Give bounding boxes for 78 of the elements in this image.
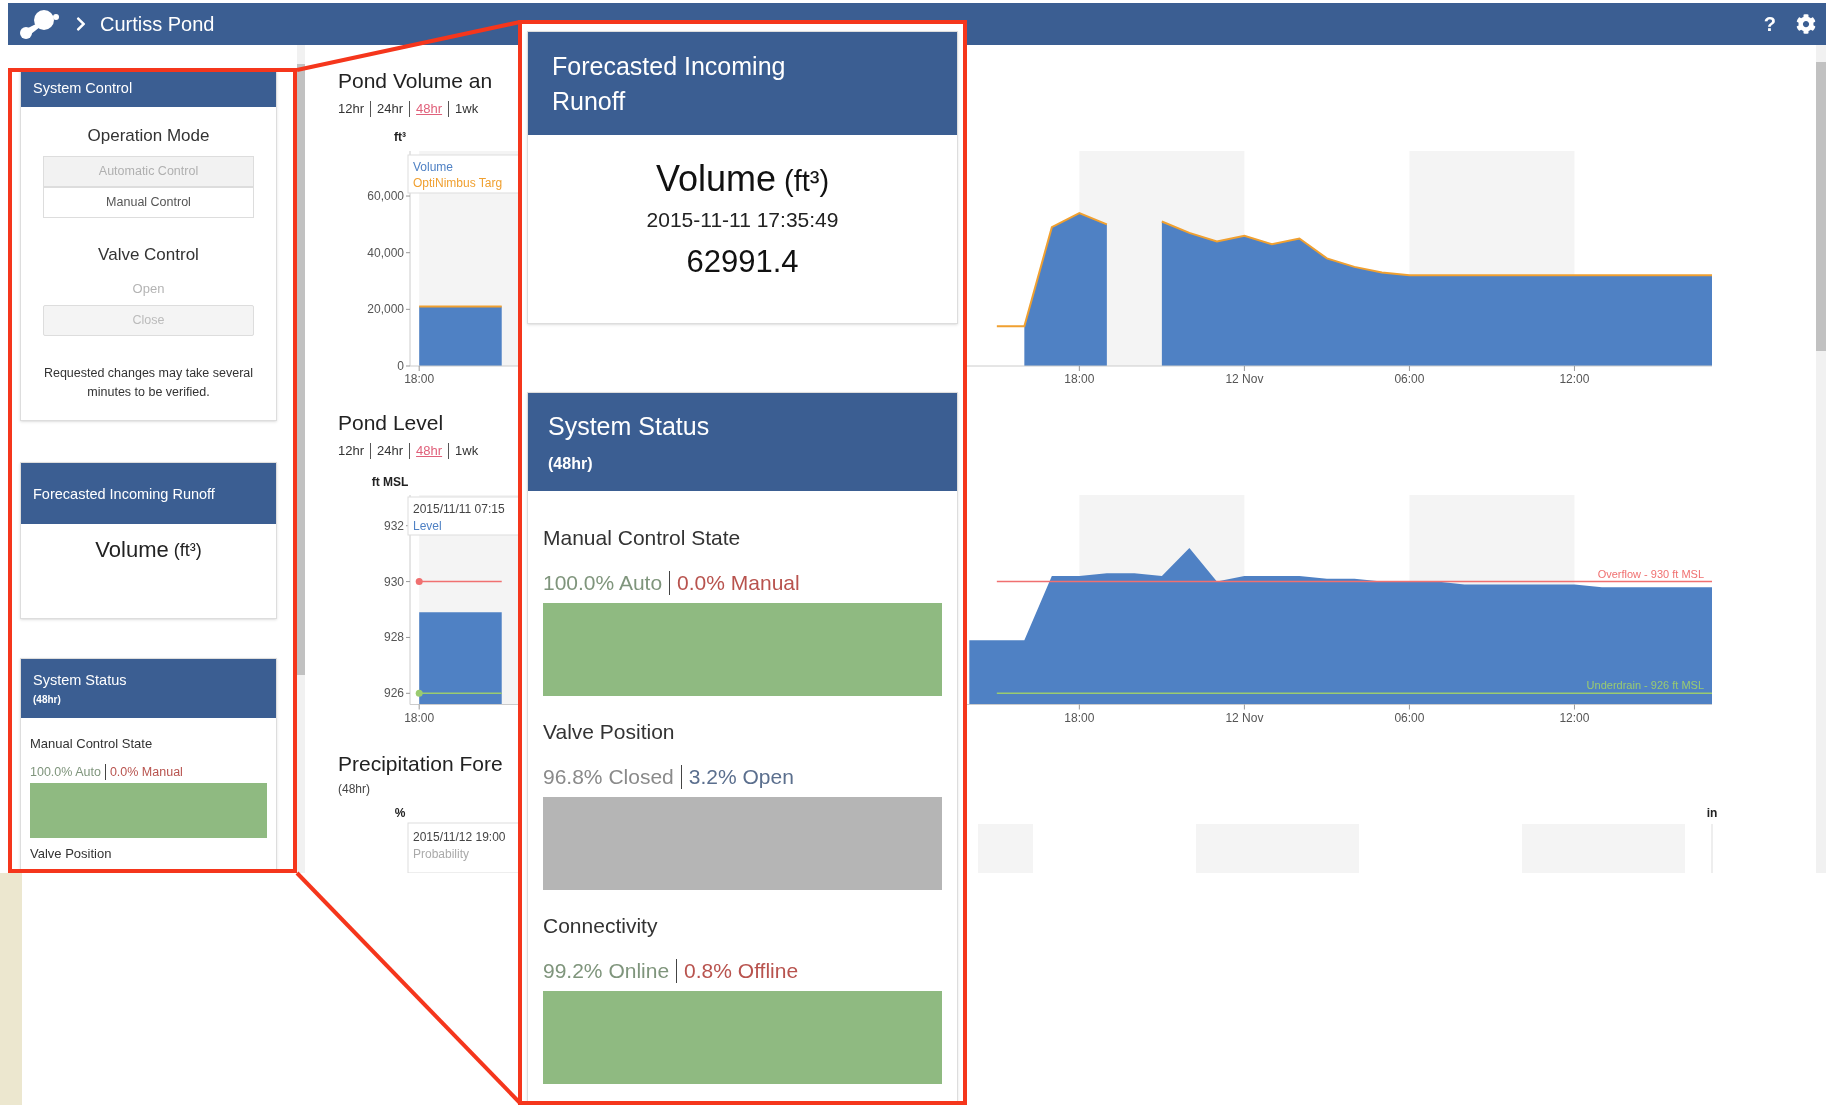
x-tick-label: 06:00 [1394,372,1425,386]
line-label: Overflow - 930 ft MSL [1597,567,1704,580]
chart-title: Pond Volume an [338,68,493,94]
x-tick-label: 12 Nov [1225,372,1264,386]
x-tick-label: 18:00 [404,372,435,386]
x-tick-label: 12:00 [1559,372,1590,386]
axis-unit: % [394,806,406,820]
volume-value: 62991.4 [686,244,799,280]
axis-unit: ft³ [394,130,406,144]
range-link[interactable]: 24hr [377,101,404,117]
y-tick-label: 926 [383,686,404,701]
y-tick-label: 20,000 [367,302,404,317]
y-tick-label: 932 [383,518,404,533]
y-tick-label: 930 [383,574,404,589]
y-tick-label: 60,000 [367,189,404,204]
legend-label: OptiNimbus Targ [413,176,503,190]
status-value: 100.0% Auto [30,764,101,780]
help-button[interactable]: ? [1763,9,1776,39]
chart-subtitle: (48hr) [338,782,370,796]
range-link[interactable]: 12hr [338,101,365,117]
x-tick-label: 12:00 [1559,710,1590,725]
section-heading: Valve Control [98,245,199,265]
timestamp: 2015-11-11 17:35:49 [646,208,839,232]
page-title: Curtiss Pond [100,12,215,37]
tooltip-time: 2015/11/11 07:15 [413,502,505,516]
x-tick-label: 18:00 [404,710,435,725]
range-link[interactable]: 48hr [416,443,443,459]
status-label: Valve Position [543,720,676,744]
panel-header: System Control [21,71,276,107]
axis-unit: in [1706,806,1718,820]
range-link[interactable]: 24hr [377,443,404,459]
status-label: Valve Position [30,846,113,862]
range-link[interactable]: 1wk [455,443,479,459]
unit-label: (ft³) [173,539,202,562]
panel-title: System Status [33,670,128,689]
range-link[interactable]: 12hr [338,443,365,459]
status-value: 99.2% Online [543,959,670,983]
x-tick-label: 18:00 [1064,372,1095,386]
unit-label: (ft³) [784,164,830,199]
volume-label: Volume [655,158,776,200]
y-tick-label: 40,000 [367,245,404,260]
section-heading: Operation Mode [87,126,210,146]
mode-button[interactable]: Manual Control [43,187,254,218]
x-tick-label: 12 Nov [1225,710,1264,725]
status-value: 0.0% Manual [109,764,183,780]
range-link[interactable]: 48hr [416,101,443,117]
tooltip-series: Level [413,519,442,533]
axis-unit: ft MSL [371,475,409,489]
tooltip-text: Probability [413,847,470,861]
x-tick-label: 06:00 [1394,710,1425,725]
legend-label: Volume [413,160,454,174]
scrollbar[interactable] [1816,45,1826,873]
panel-header: Forecasted Incoming Runoff [528,32,957,135]
chart-title: Precipitation Fore [338,751,503,777]
status-label: Manual Control State [30,736,154,752]
scrollbar[interactable] [297,45,305,873]
x-tick-label: 18:00 [1064,710,1095,725]
status-value: 0.8% Offline [684,959,799,983]
range-link[interactable]: 1wk [455,101,479,117]
status-label: Connectivity [543,914,659,938]
y-tick-label: 928 [383,630,404,645]
panel-subtitle: (48hr) [548,454,594,474]
status-value: 3.2% Open [688,765,794,789]
chart-title: Pond Level [338,410,444,436]
chevron-right-icon [74,16,88,32]
volume-label: Volume [95,537,169,563]
panel-subtitle: (48hr) [33,692,62,707]
tooltip-text: 2015/11/12 19:00 [413,830,506,844]
line-label: Underdrain - 926 ft MSL [1586,679,1704,692]
status-label: Manual Control State [543,526,742,550]
status-value: 96.8% Closed [543,765,674,789]
y-tick-label: 0 [397,359,404,373]
panel-title: System Status [548,411,711,442]
status-value: 0.0% Manual [677,571,800,595]
settings-icon[interactable] [1796,14,1816,34]
note-text: Requested changes may take several minutes to be verified. [42,365,255,401]
panel-header: Forecasted Incoming Runoff [21,463,276,524]
status-value: 100.0% Auto [543,571,663,595]
